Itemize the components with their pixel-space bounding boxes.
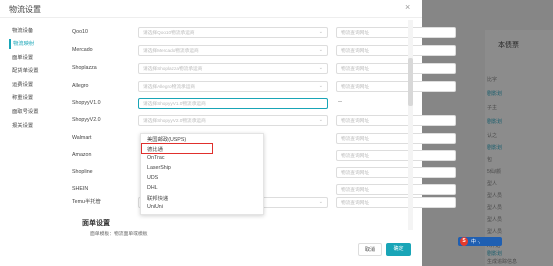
platform-label: ShopyyV2.0 (72, 117, 101, 123)
tracking-url-input[interactable]: 物流查询网址 (336, 27, 456, 38)
platform-label: Shoplazza (72, 65, 97, 71)
dialog-title: 物流设置 (9, 5, 41, 14)
url-placeholder: 物流查询网址 (341, 48, 370, 53)
side-nav-item[interactable]: 配货单设置 (9, 66, 59, 76)
url-placeholder: 物流查询网址 (341, 170, 370, 175)
dropdown-option[interactable]: 联邦快递 (147, 194, 168, 202)
side-nav-item[interactable]: 面单设置 (9, 53, 59, 63)
chevron-down-icon: ⌄ (318, 199, 323, 205)
dialog-header: 物流设置 × (0, 0, 422, 18)
platform-label: Mercado (72, 47, 93, 53)
platform-label: Temu半托管 (72, 199, 101, 205)
url-placeholder: 物流查询网址 (341, 136, 370, 141)
carrier-select[interactable]: 请选择Allegro物流承运商 ⌄ (138, 81, 328, 92)
url-placeholder: 物流查询网址 (341, 30, 370, 35)
url-placeholder: 物流查询网址 (341, 153, 370, 158)
dropdown-option[interactable]: UDS (147, 175, 158, 181)
platform-label: SHEIN (72, 186, 89, 192)
tracking-url-input[interactable]: 物流查询网址 (336, 115, 456, 126)
tracking-url-input[interactable]: 物流查询网址 (336, 81, 456, 92)
logistics-settings-dialog: 物流设置 × 物流设备 物流映射 面单设置 配货单设置 运费设置 称重设置 面取… (0, 0, 456, 266)
platform-label: Amazon (72, 152, 92, 158)
tracking-url-input[interactable]: 物流查询网址 (336, 133, 456, 144)
dropdown-option[interactable]: DHL (147, 185, 158, 191)
dropdown-option[interactable]: UniUni (147, 204, 163, 210)
url-placeholder: 物流查询网址 (341, 200, 370, 205)
scrollbar[interactable] (408, 20, 413, 230)
section-title: 面单设置 (82, 220, 110, 227)
chevron-down-icon: ⌄ (318, 65, 323, 71)
platform-label: ShopyyV1.0 (72, 100, 101, 106)
settings-side-nav: 物流设备 物流映射 面单设置 配货单设置 运费设置 称重设置 面取号设置 报关设… (0, 20, 62, 160)
tracking-url-input[interactable]: 物流查询网址 (336, 63, 456, 74)
url-placeholder: 物流查询网址 (341, 84, 370, 89)
tracking-url-input[interactable]: 物流查询网址 (336, 184, 456, 195)
cancel-button[interactable]: 取消 (358, 243, 382, 256)
url-empty-dash: -- (338, 99, 342, 105)
section-subtitle: 面单模板：物流面单或模板 (90, 232, 148, 237)
tracking-url-input[interactable]: 物流查询网址 (336, 197, 456, 208)
select-placeholder: 请选择Shoplazza物流承运商 (143, 66, 203, 71)
side-nav-item-active[interactable]: 物流映射 (9, 39, 59, 49)
carrier-select[interactable]: 请选择Mercado物流承运商 ⌄ (138, 45, 328, 56)
sogou-logo-icon: S (460, 237, 468, 246)
carrier-dropdown-menu: 美国邮政(USPS) 德比通 OnTrac LaserShip UDS DHL … (140, 133, 264, 215)
carrier-select[interactable]: 请选择ShopyyV2.0物流承运商 ⌄ (138, 115, 328, 126)
platform-label: Qoo10 (72, 29, 88, 35)
side-nav-item[interactable]: 物流设备 (9, 26, 59, 36)
tracking-url-input[interactable]: 物流查询网址 (336, 150, 456, 161)
carrier-select[interactable]: 请选择Qoo10物流承运商 ⌄ (138, 27, 328, 38)
url-placeholder: 物流查询网址 (341, 187, 370, 192)
chevron-down-icon: ⌄ (318, 47, 323, 53)
chevron-down-icon: ⌄ (318, 117, 323, 123)
dropdown-option-highlighted[interactable]: 德比通 (147, 145, 163, 153)
url-placeholder: 物流查询网址 (341, 118, 370, 123)
chevron-down-icon: ⌄ (318, 29, 323, 35)
close-icon[interactable]: × (405, 2, 410, 12)
platform-label: Allegro (72, 83, 89, 89)
select-placeholder: 请选择ShopyyV2.0物流承运商 (143, 118, 206, 123)
carrier-select[interactable]: 请选择ShopyyV1.0物流承运商 (138, 98, 328, 109)
ime-status-text: 中 ·, (471, 239, 481, 245)
dropdown-option[interactable]: LaserShip (147, 165, 171, 171)
chevron-down-icon: ⌄ (318, 83, 323, 89)
dropdown-option[interactable]: OnTrac (147, 155, 164, 161)
side-nav-item[interactable]: 报关设置 (9, 121, 59, 131)
select-placeholder: 请选择ShopyyV1.0物流承运商 (143, 101, 206, 106)
side-nav-item[interactable]: 面取号设置 (9, 107, 59, 117)
confirm-button[interactable]: 确定 (386, 243, 411, 256)
platform-label: Shopline (72, 169, 93, 175)
select-placeholder: 请选择Mercado物流承运商 (143, 48, 199, 53)
dropdown-option[interactable]: 美国邮政(USPS) (147, 135, 186, 143)
side-nav-item[interactable]: 运费设置 (9, 80, 59, 90)
tracking-url-input[interactable]: 物流查询网址 (336, 45, 456, 56)
select-placeholder: 请选择Allegro物流承运商 (143, 84, 196, 89)
scrollbar-thumb[interactable] (408, 58, 413, 106)
url-placeholder: 物流查询网址 (341, 66, 370, 71)
side-nav-item[interactable]: 称重设置 (9, 93, 59, 103)
platform-label: Walmart (72, 135, 92, 141)
tracking-url-input[interactable]: 物流查询网址 (336, 167, 456, 178)
ime-toolbar[interactable]: S 中 ·, (458, 237, 502, 246)
select-placeholder: 请选择Qoo10物流承运商 (143, 30, 195, 35)
carrier-select[interactable]: 请选择Shoplazza物流承运商 ⌄ (138, 63, 328, 74)
